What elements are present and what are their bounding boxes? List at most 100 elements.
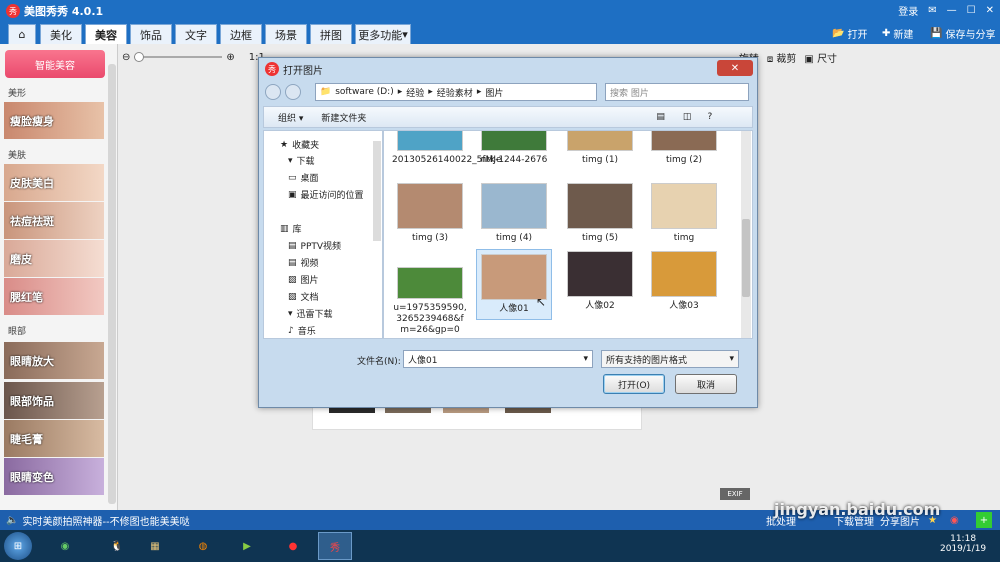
save-share-button[interactable]: 💾 保存与分享 bbox=[930, 26, 995, 41]
open-button[interactable]: 📂 打开 bbox=[832, 26, 867, 41]
nav-item[interactable]: ▧ 文档 bbox=[288, 289, 319, 304]
address-bar[interactable]: 📁 software (D:) ▸ 经验 ▸ 经验素材 ▸ 图片 bbox=[315, 83, 597, 101]
nav-item[interactable]: ▤ 视频 bbox=[288, 255, 319, 270]
file-scrollbar[interactable] bbox=[741, 131, 751, 338]
message-icon[interactable]: ✉ bbox=[928, 5, 936, 16]
tool-card[interactable]: 睫毛膏 bbox=[4, 420, 104, 457]
preview-pane-icon[interactable]: ◫ bbox=[683, 112, 692, 122]
breadcrumb-item[interactable]: software (D:) bbox=[335, 87, 394, 97]
zoom-slider[interactable] bbox=[134, 52, 223, 62]
tab-more-label: 更多功能 bbox=[358, 28, 403, 42]
tool-card[interactable]: 眼睛放大 bbox=[4, 342, 104, 379]
tab-text[interactable]: 文字 bbox=[175, 24, 217, 44]
maximize-icon[interactable]: ☐ bbox=[967, 5, 976, 16]
cancel-button[interactable]: 取消 bbox=[675, 374, 737, 394]
back-button[interactable] bbox=[265, 84, 281, 100]
taskbar-app[interactable]: ● bbox=[276, 532, 310, 560]
file-item[interactable]: timg (2) bbox=[646, 131, 722, 166]
tool-card[interactable]: 磨皮 bbox=[4, 240, 104, 277]
beauty-sidebar: 智能美容 美形 瘦脸瘦身 美肤 皮肤美白 祛痘祛斑 磨皮 腮红笔 眼部 眼睛放大… bbox=[0, 44, 118, 510]
open-dialog-button[interactable]: 打开(O) bbox=[603, 374, 665, 394]
view-icon[interactable]: ▤ bbox=[656, 112, 665, 122]
file-item[interactable]: u=1975359590,3265239468&fm=26&gp=0 bbox=[392, 267, 468, 336]
image-thumbnail bbox=[481, 183, 547, 229]
taskbar-app[interactable]: 秀 bbox=[318, 532, 352, 560]
file-item[interactable]: 20130526140022_5fMJe bbox=[392, 131, 502, 166]
nav-item[interactable]: ▭ 桌面 bbox=[288, 170, 319, 185]
taskbar-app[interactable]: ▦ bbox=[138, 532, 172, 560]
start-button[interactable]: ⊞ bbox=[4, 532, 32, 560]
weibo-icon[interactable]: ◉ bbox=[950, 515, 959, 526]
new-button[interactable]: ✚ 新建 bbox=[882, 26, 913, 41]
login-link[interactable]: 登录 bbox=[898, 3, 918, 18]
new-folder-button[interactable]: 新建文件夹 bbox=[321, 111, 366, 124]
chevron-down-icon[interactable]: ▾ bbox=[583, 354, 588, 364]
tab-beauty[interactable]: 美容 bbox=[85, 24, 127, 44]
taskbar-app[interactable]: ◉ bbox=[48, 532, 82, 560]
image-thumbnail bbox=[397, 267, 463, 299]
size-button[interactable]: ▣ 尺寸 bbox=[804, 50, 837, 65]
sidebar-scrollbar[interactable] bbox=[108, 64, 116, 504]
status-message[interactable]: 实时美颜拍照神器--不修图也能美美哒 bbox=[22, 513, 189, 528]
tool-card[interactable]: 祛痘祛斑 bbox=[4, 202, 104, 239]
zoom-out-icon[interactable]: ⊖ bbox=[122, 52, 130, 63]
taskbar-app[interactable]: ▶ bbox=[230, 532, 264, 560]
nav-label: 音乐 bbox=[297, 327, 316, 337]
file-item[interactable]: 人像02 bbox=[562, 251, 638, 312]
close-icon[interactable]: ✕ bbox=[986, 5, 994, 16]
nav-item[interactable]: ▥ 库 bbox=[280, 221, 302, 236]
nav-scrollbar[interactable] bbox=[373, 141, 381, 241]
tool-card[interactable]: 腮红笔 bbox=[4, 278, 104, 315]
nav-item[interactable]: ▾ 下载 bbox=[288, 153, 315, 168]
section-title: 美形 bbox=[8, 89, 27, 99]
clock[interactable]: 11:18 2019/1/19 bbox=[940, 534, 986, 554]
file-item[interactable]: timg (3) bbox=[392, 183, 468, 244]
main-tab-bar: ⌂ 美化 美容 饰品 文字 边框 场景 拼图 更多功能 ▾ 📂 打开 ✚ 新建 💾 保存… bbox=[0, 22, 1000, 44]
forward-button[interactable] bbox=[285, 84, 301, 100]
filename-input[interactable]: 人像01 ▾ bbox=[403, 350, 593, 368]
file-item-selected[interactable]: 人像01 bbox=[476, 249, 552, 320]
add-icon[interactable]: + bbox=[976, 512, 992, 528]
file-item[interactable]: timg (4) bbox=[476, 183, 552, 244]
nav-item[interactable]: ▣ 最近访问的位置 bbox=[288, 187, 364, 202]
file-item[interactable]: timg bbox=[646, 183, 722, 244]
video-library-icon: ▤ bbox=[288, 240, 297, 251]
nav-item[interactable]: ▨ 图片 bbox=[288, 272, 319, 287]
home-tab[interactable]: ⌂ bbox=[8, 24, 36, 44]
breadcrumb-item[interactable]: 图片 bbox=[485, 86, 503, 99]
file-item[interactable]: ntk-1244-2676 bbox=[476, 131, 552, 166]
taskbar-app[interactable]: 🐧 bbox=[100, 532, 134, 560]
nav-item[interactable]: ★ 收藏夹 bbox=[280, 137, 319, 152]
tool-card[interactable]: 眼部饰品 bbox=[4, 382, 104, 419]
tab-scene[interactable]: 场景 bbox=[265, 24, 307, 44]
search-input[interactable]: 搜索 图片 bbox=[605, 83, 749, 101]
file-name: 人像03 bbox=[669, 301, 699, 311]
file-item[interactable]: 人像03 bbox=[646, 251, 722, 312]
smart-beauty-button[interactable]: 智能美容 bbox=[5, 50, 105, 78]
nav-item[interactable]: ♪ 音乐 bbox=[288, 323, 316, 338]
minimize-icon[interactable]: — bbox=[947, 5, 957, 16]
filetype-select[interactable]: 所有支持的图片格式 ▾ bbox=[601, 350, 739, 368]
zoom-in-icon[interactable]: ⊕ bbox=[226, 52, 234, 63]
breadcrumb-item[interactable]: 经验素材 bbox=[437, 86, 473, 99]
tool-card[interactable]: 皮肤美白 bbox=[4, 164, 104, 201]
tab-accessories[interactable]: 饰品 bbox=[130, 24, 172, 44]
tab-more[interactable]: 更多功能 ▾ bbox=[355, 24, 411, 44]
crop-button[interactable]: ⧈ 裁剪 bbox=[767, 50, 797, 65]
tab-beautify[interactable]: 美化 bbox=[40, 24, 82, 44]
file-item[interactable]: timg (5) bbox=[562, 183, 638, 244]
tool-card[interactable]: 眼睛变色 bbox=[4, 458, 104, 495]
file-item[interactable]: timg (1) bbox=[562, 131, 638, 166]
nav-item[interactable]: ▤ PPTV视频 bbox=[288, 238, 341, 253]
nav-item[interactable]: ▾ 迅雷下载 bbox=[288, 306, 333, 321]
section-title: 美肤 bbox=[8, 151, 27, 161]
tab-collage[interactable]: 拼图 bbox=[310, 24, 352, 44]
tool-card[interactable]: 瘦脸瘦身 bbox=[4, 102, 104, 139]
organize-button[interactable]: 组织 ▾ bbox=[278, 111, 303, 124]
breadcrumb-item[interactable]: 经验 bbox=[406, 86, 424, 99]
taskbar-app[interactable]: ◍ bbox=[186, 532, 220, 560]
exif-badge[interactable]: EXIF bbox=[720, 488, 750, 500]
tab-border[interactable]: 边框 bbox=[220, 24, 262, 44]
help-icon[interactable]: ? bbox=[707, 112, 712, 122]
dialog-close-button[interactable]: ✕ bbox=[717, 60, 753, 76]
